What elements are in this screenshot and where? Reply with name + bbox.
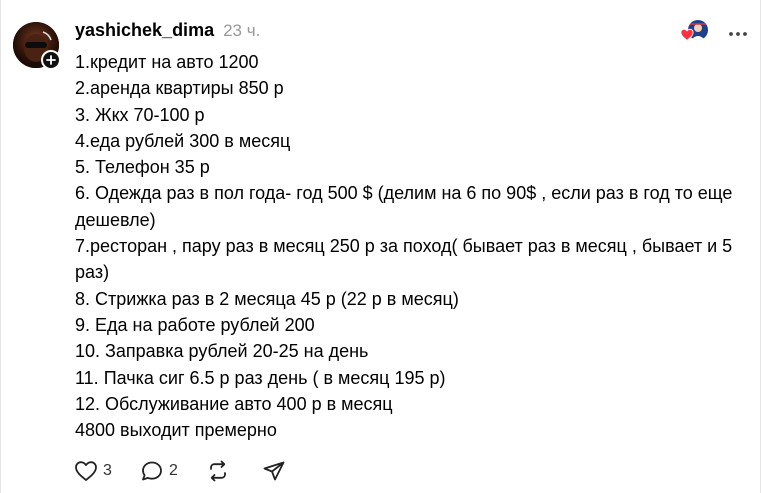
post-line: 8. Стрижка раз в 2 месяца 45 р (22 р в м… bbox=[75, 288, 459, 309]
timestamp[interactable]: 23 ч. bbox=[223, 21, 260, 41]
plus-icon bbox=[46, 55, 56, 65]
post-line: 9. Еда на работе рублей 200 bbox=[75, 314, 315, 335]
post-line: 7.ресторан , пару раз в месяц 250 р за п… bbox=[75, 236, 733, 283]
more-horizontal-icon bbox=[729, 32, 747, 36]
follow-button[interactable] bbox=[41, 50, 61, 70]
reply-button[interactable]: 2 bbox=[140, 460, 206, 482]
post-line: 12. Обслуживание авто 400 р в месяц bbox=[75, 393, 393, 414]
post-line: 11. Пачка сиг 6.5 р раз день ( в месяц 1… bbox=[75, 367, 446, 388]
repost-icon bbox=[210, 460, 226, 482]
comment-bubble-icon bbox=[142, 461, 162, 481]
post-body: 1.кредит на авто 1200 2.аренда квартиры … bbox=[75, 49, 745, 443]
post-line: 4800 выходит премерно bbox=[75, 420, 277, 441]
post-header-actions bbox=[680, 20, 748, 42]
post-line: 6. Одежда раз в пол года- год 500 $ (дел… bbox=[75, 183, 733, 230]
author-avatar-wrap[interactable] bbox=[13, 22, 61, 70]
post-line: 10. Заправка рублей 20-25 на день bbox=[75, 341, 369, 362]
share-button[interactable] bbox=[262, 460, 286, 482]
username[interactable]: yashichek_dima bbox=[75, 20, 214, 41]
post-line: 1.кредит на авто 1200 bbox=[75, 52, 259, 72]
more-button[interactable] bbox=[728, 22, 748, 40]
send-icon bbox=[263, 461, 285, 481]
thread-post: yashichek_dima 23 ч. 1.кредит на авто 12… bbox=[0, 0, 761, 493]
like-button[interactable]: 3 bbox=[74, 460, 140, 482]
post-line: 3. Жкх 70-100 р bbox=[75, 104, 205, 125]
heart-icon bbox=[680, 28, 694, 41]
post-line: 4.еда рублей 300 в месяц bbox=[75, 130, 291, 151]
reaction-preview[interactable] bbox=[680, 20, 708, 42]
post-line: 5. Телефон 35 р bbox=[75, 157, 210, 178]
post-header: yashichek_dima 23 ч. bbox=[75, 20, 260, 44]
post-actions: 3 2 bbox=[74, 460, 286, 482]
heart-icon bbox=[75, 461, 97, 481]
like-count: 3 bbox=[103, 462, 112, 479]
post-line: 2.аренда квартиры 850 р bbox=[75, 78, 284, 99]
reply-count: 2 bbox=[169, 462, 178, 479]
repost-button[interactable] bbox=[206, 460, 262, 482]
